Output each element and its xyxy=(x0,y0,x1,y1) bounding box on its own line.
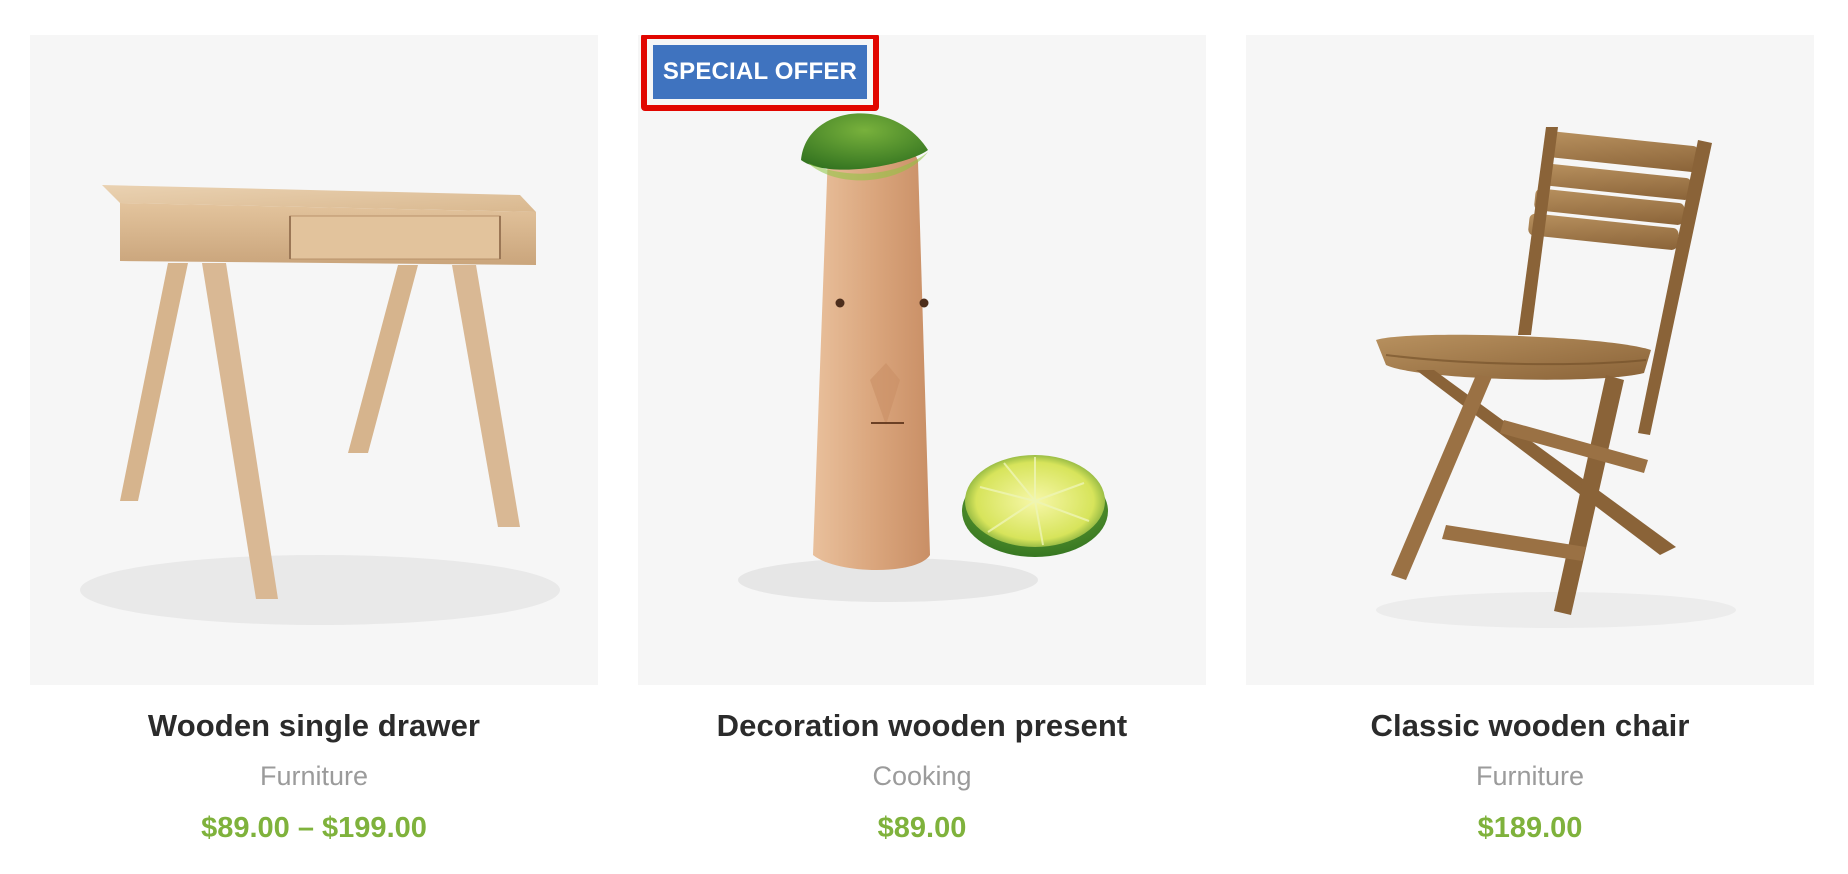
product-image-link[interactable] xyxy=(1246,35,1814,685)
wooden-figure-with-lime-image xyxy=(738,113,1108,602)
product-category-link[interactable]: Cooking xyxy=(872,760,971,792)
product-grid: Wooden single drawer Furniture $89.00 – … xyxy=(30,35,1820,865)
product-price: $89.00 xyxy=(877,811,967,844)
product-category-link[interactable]: Furniture xyxy=(1476,760,1584,792)
product-card-decoration-wooden-present[interactable]: SPECIAL OFFER Decoration wooden present … xyxy=(638,35,1206,865)
wooden-folding-chair-image xyxy=(1376,127,1736,628)
product-image-link[interactable] xyxy=(30,35,598,685)
product-category-link[interactable]: Furniture xyxy=(260,760,368,792)
special-offer-badge-highlight: SPECIAL OFFER xyxy=(641,35,879,111)
wooden-desk-image xyxy=(80,185,560,625)
product-title[interactable]: Decoration wooden present xyxy=(717,707,1128,744)
product-image-link[interactable]: SPECIAL OFFER xyxy=(638,35,1206,685)
product-title[interactable]: Classic wooden chair xyxy=(1371,707,1690,744)
product-price: $89.00 – $199.00 xyxy=(201,811,427,844)
product-price: $189.00 xyxy=(1477,811,1583,844)
special-offer-badge: SPECIAL OFFER xyxy=(653,45,867,99)
product-card-classic-wooden-chair[interactable]: Classic wooden chair Furniture $189.00 xyxy=(1246,35,1814,865)
product-card-wooden-single-drawer[interactable]: Wooden single drawer Furniture $89.00 – … xyxy=(30,35,598,865)
product-title[interactable]: Wooden single drawer xyxy=(148,707,480,744)
